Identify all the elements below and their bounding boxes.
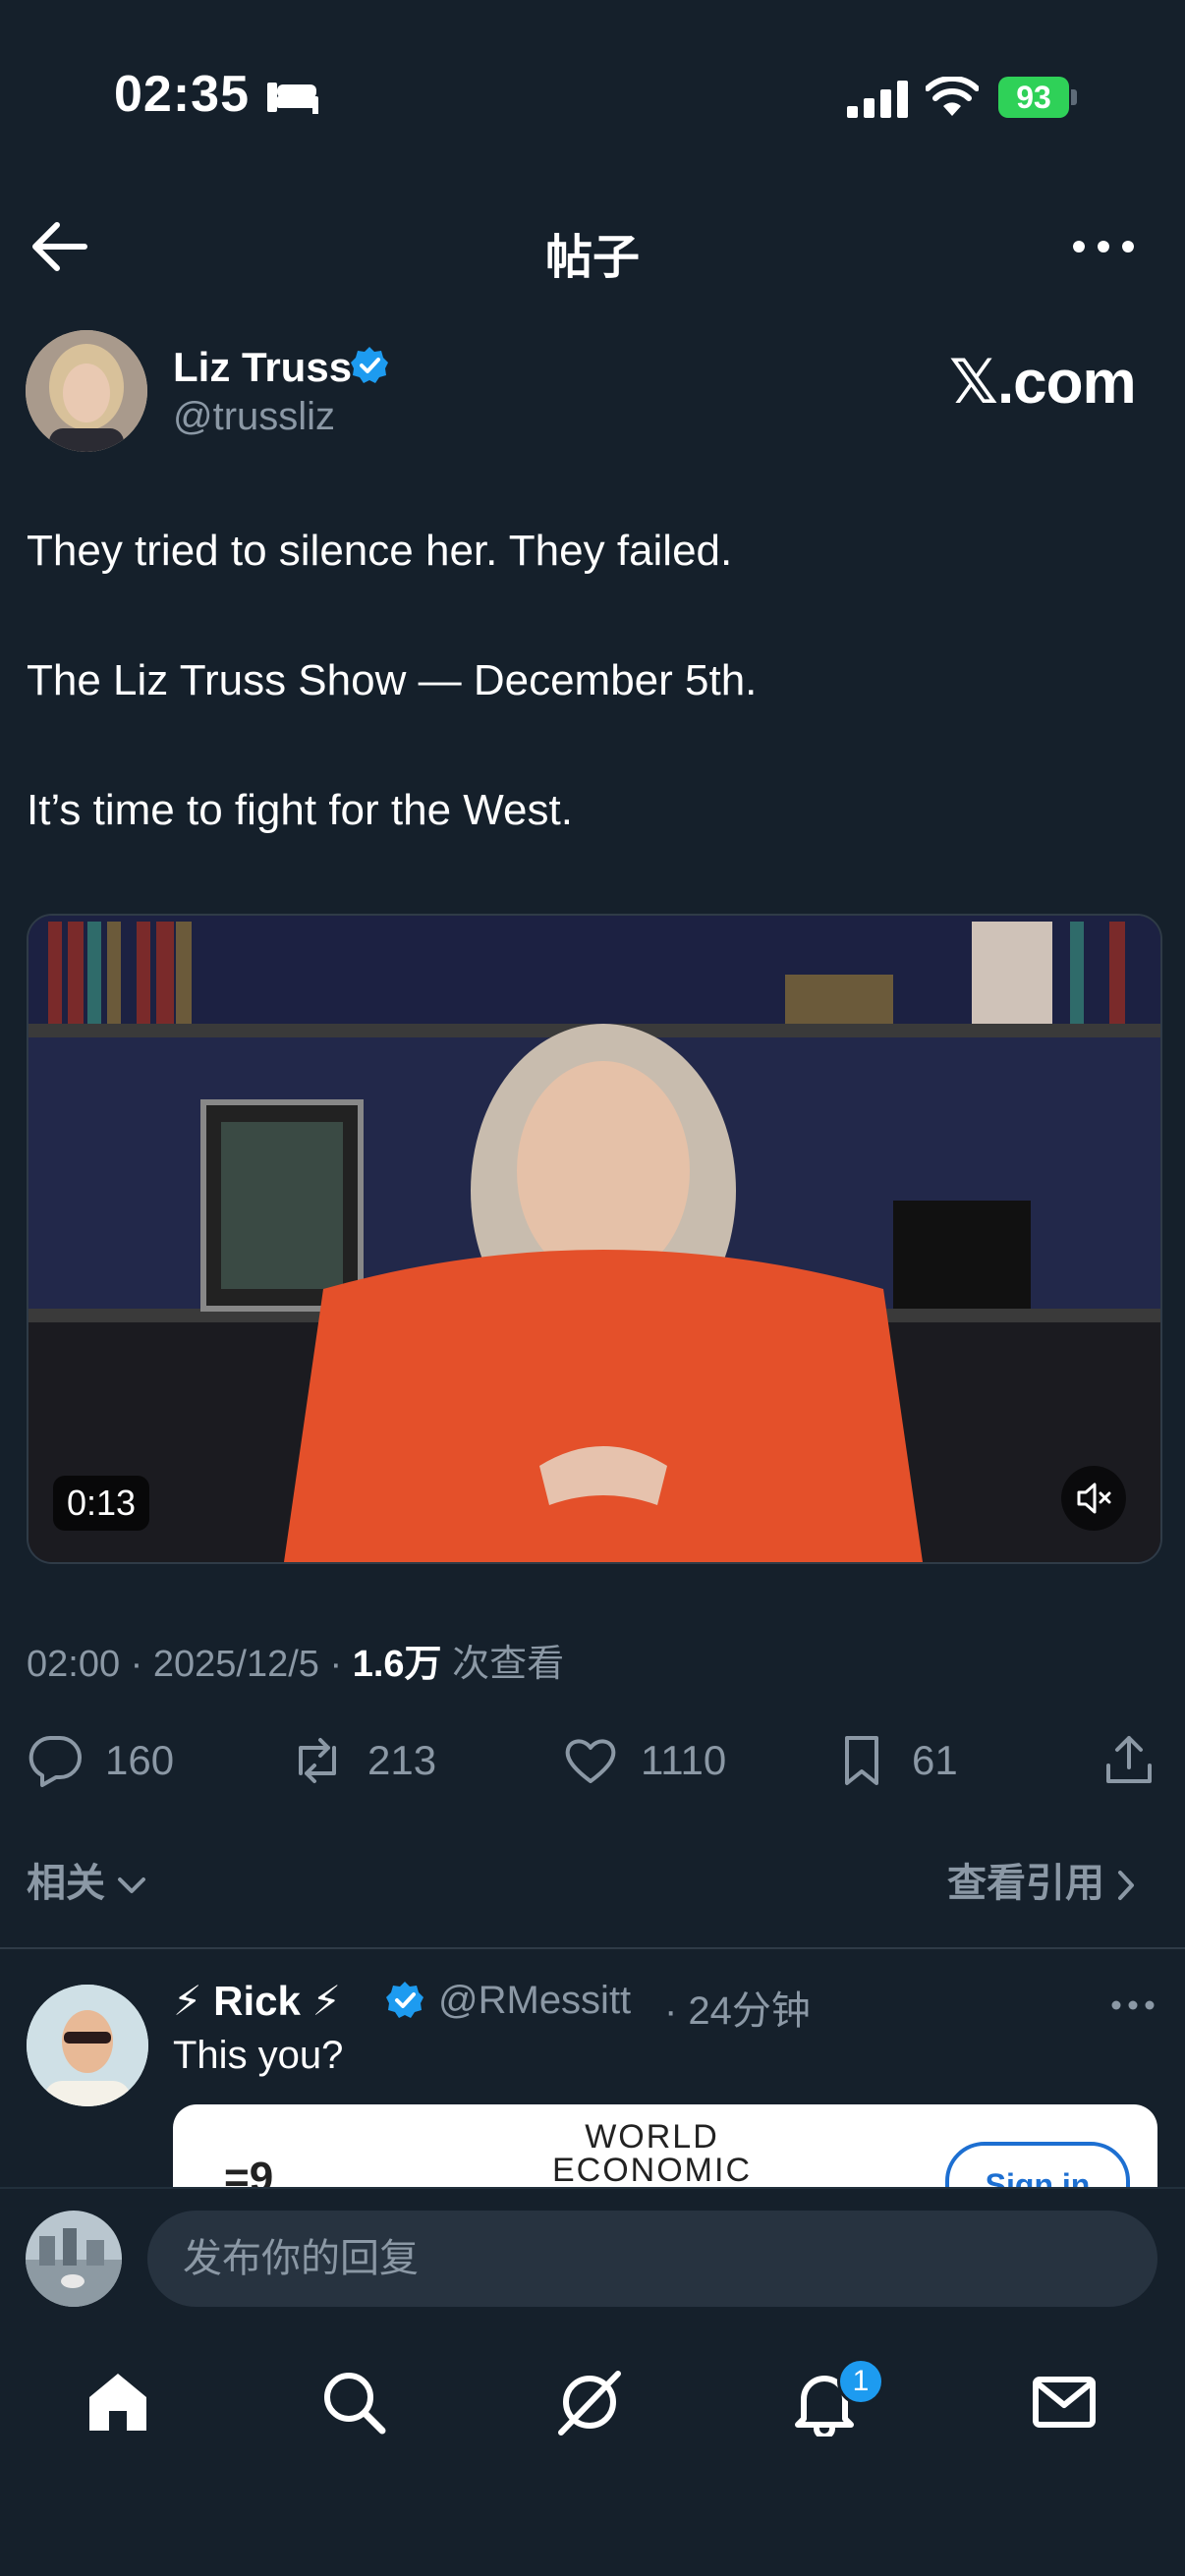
repost-icon	[299, 1738, 336, 1783]
status-time: 02:35	[114, 66, 250, 123]
reply-more-icon[interactable]	[1110, 1994, 1156, 2016]
x-com-logo: 𝕏.com	[949, 349, 1137, 417]
verified-badge-icon	[351, 347, 388, 383]
home-icon[interactable]	[84, 2368, 152, 2436]
video-player[interactable]	[27, 914, 1162, 1564]
video-frame	[28, 916, 1160, 1562]
repost-count: 213	[367, 1737, 437, 1783]
reply-timestamp: · 24分钟	[664, 1989, 811, 2033]
like-count: 1110	[641, 1737, 727, 1783]
reply-author-avatar[interactable]	[27, 1985, 148, 2106]
share-action[interactable]	[1100, 1731, 1157, 1790]
card-org-line-2: ECONOMIC	[552, 2152, 752, 2189]
reply-author-handle[interactable]: @RMessitt	[438, 1979, 631, 2023]
sleep-focus-icon	[267, 83, 318, 114]
share-icon	[1106, 1736, 1152, 1783]
card-org-line-1: WORLD	[585, 2118, 719, 2156]
video-duration: 0:13	[53, 1476, 150, 1531]
reply-action[interactable]: 160	[27, 1731, 174, 1790]
view-quotes-link[interactable]: 查看引用	[947, 1851, 1137, 1908]
wifi-icon	[926, 77, 979, 116]
views-label: 次查看	[441, 1644, 565, 1685]
reply-bubble-icon	[28, 1736, 82, 1787]
post-meta: 02:00 · 2025/12/5 · 1.6万 次查看	[27, 1633, 564, 1687]
author-handle[interactable]: @trussliz	[173, 395, 335, 439]
related-label: 相关	[27, 1862, 105, 1905]
chevron-down-icon	[118, 1877, 146, 1894]
chevron-right-icon	[1118, 1871, 1135, 1901]
battery-tip	[1071, 89, 1077, 105]
mute-toggle-button[interactable]	[1061, 1466, 1126, 1531]
bookmark-action[interactable]: 61	[833, 1731, 958, 1790]
related-dropdown[interactable]: 相关	[27, 1851, 147, 1908]
reply-media-card[interactable]: =9 WORLD ECONOMIC Sign in	[173, 2104, 1157, 2193]
bookmark-icon	[845, 1736, 878, 1785]
section-divider	[0, 1947, 1185, 1949]
verified-badge-icon	[386, 1982, 423, 2018]
cellular-signal-icon	[847, 81, 908, 118]
bookmark-count: 61	[912, 1737, 958, 1783]
more-options-icon[interactable]	[1071, 232, 1136, 261]
battery-level: 93	[998, 77, 1069, 118]
post-text-line-1: They tried to silence her. They failed.	[27, 527, 733, 575]
author-name[interactable]: Liz Truss	[173, 344, 352, 391]
like-action[interactable]: 1110	[562, 1731, 726, 1790]
reply-input[interactable]	[147, 2211, 1157, 2307]
card-sign-in-button[interactable]: Sign in	[945, 2142, 1130, 2193]
reply-author-name[interactable]: ⚡ Rick ⚡	[173, 1977, 341, 2025]
notifications-badge: 1	[837, 2358, 884, 2405]
speaker-muted-icon	[1077, 1483, 1111, 1514]
view-quotes-label: 查看引用	[947, 1862, 1104, 1905]
card-org-name: WORLD ECONOMIC	[552, 2120, 752, 2187]
reply-count: 160	[105, 1737, 175, 1783]
post-text-line-3: It’s time to fight for the West.	[27, 786, 573, 834]
post-timestamp: 02:00 · 2025/12/5 ·	[27, 1644, 353, 1685]
post-text-line-2: The Liz Truss Show — December 5th.	[27, 656, 758, 704]
heart-icon	[565, 1739, 616, 1783]
messages-mail-icon[interactable]	[1030, 2368, 1099, 2436]
repost-action[interactable]: 213	[289, 1731, 436, 1790]
page-title: 帖子	[544, 232, 640, 284]
reply-text: This you?	[173, 2034, 344, 2077]
battery-indicator: 93	[998, 77, 1077, 118]
my-avatar[interactable]	[26, 2211, 122, 2307]
grok-icon[interactable]	[555, 2368, 624, 2436]
view-count[interactable]: 1.6万	[353, 1644, 442, 1685]
search-icon[interactable]	[319, 2368, 388, 2436]
author-avatar[interactable]	[26, 330, 147, 452]
